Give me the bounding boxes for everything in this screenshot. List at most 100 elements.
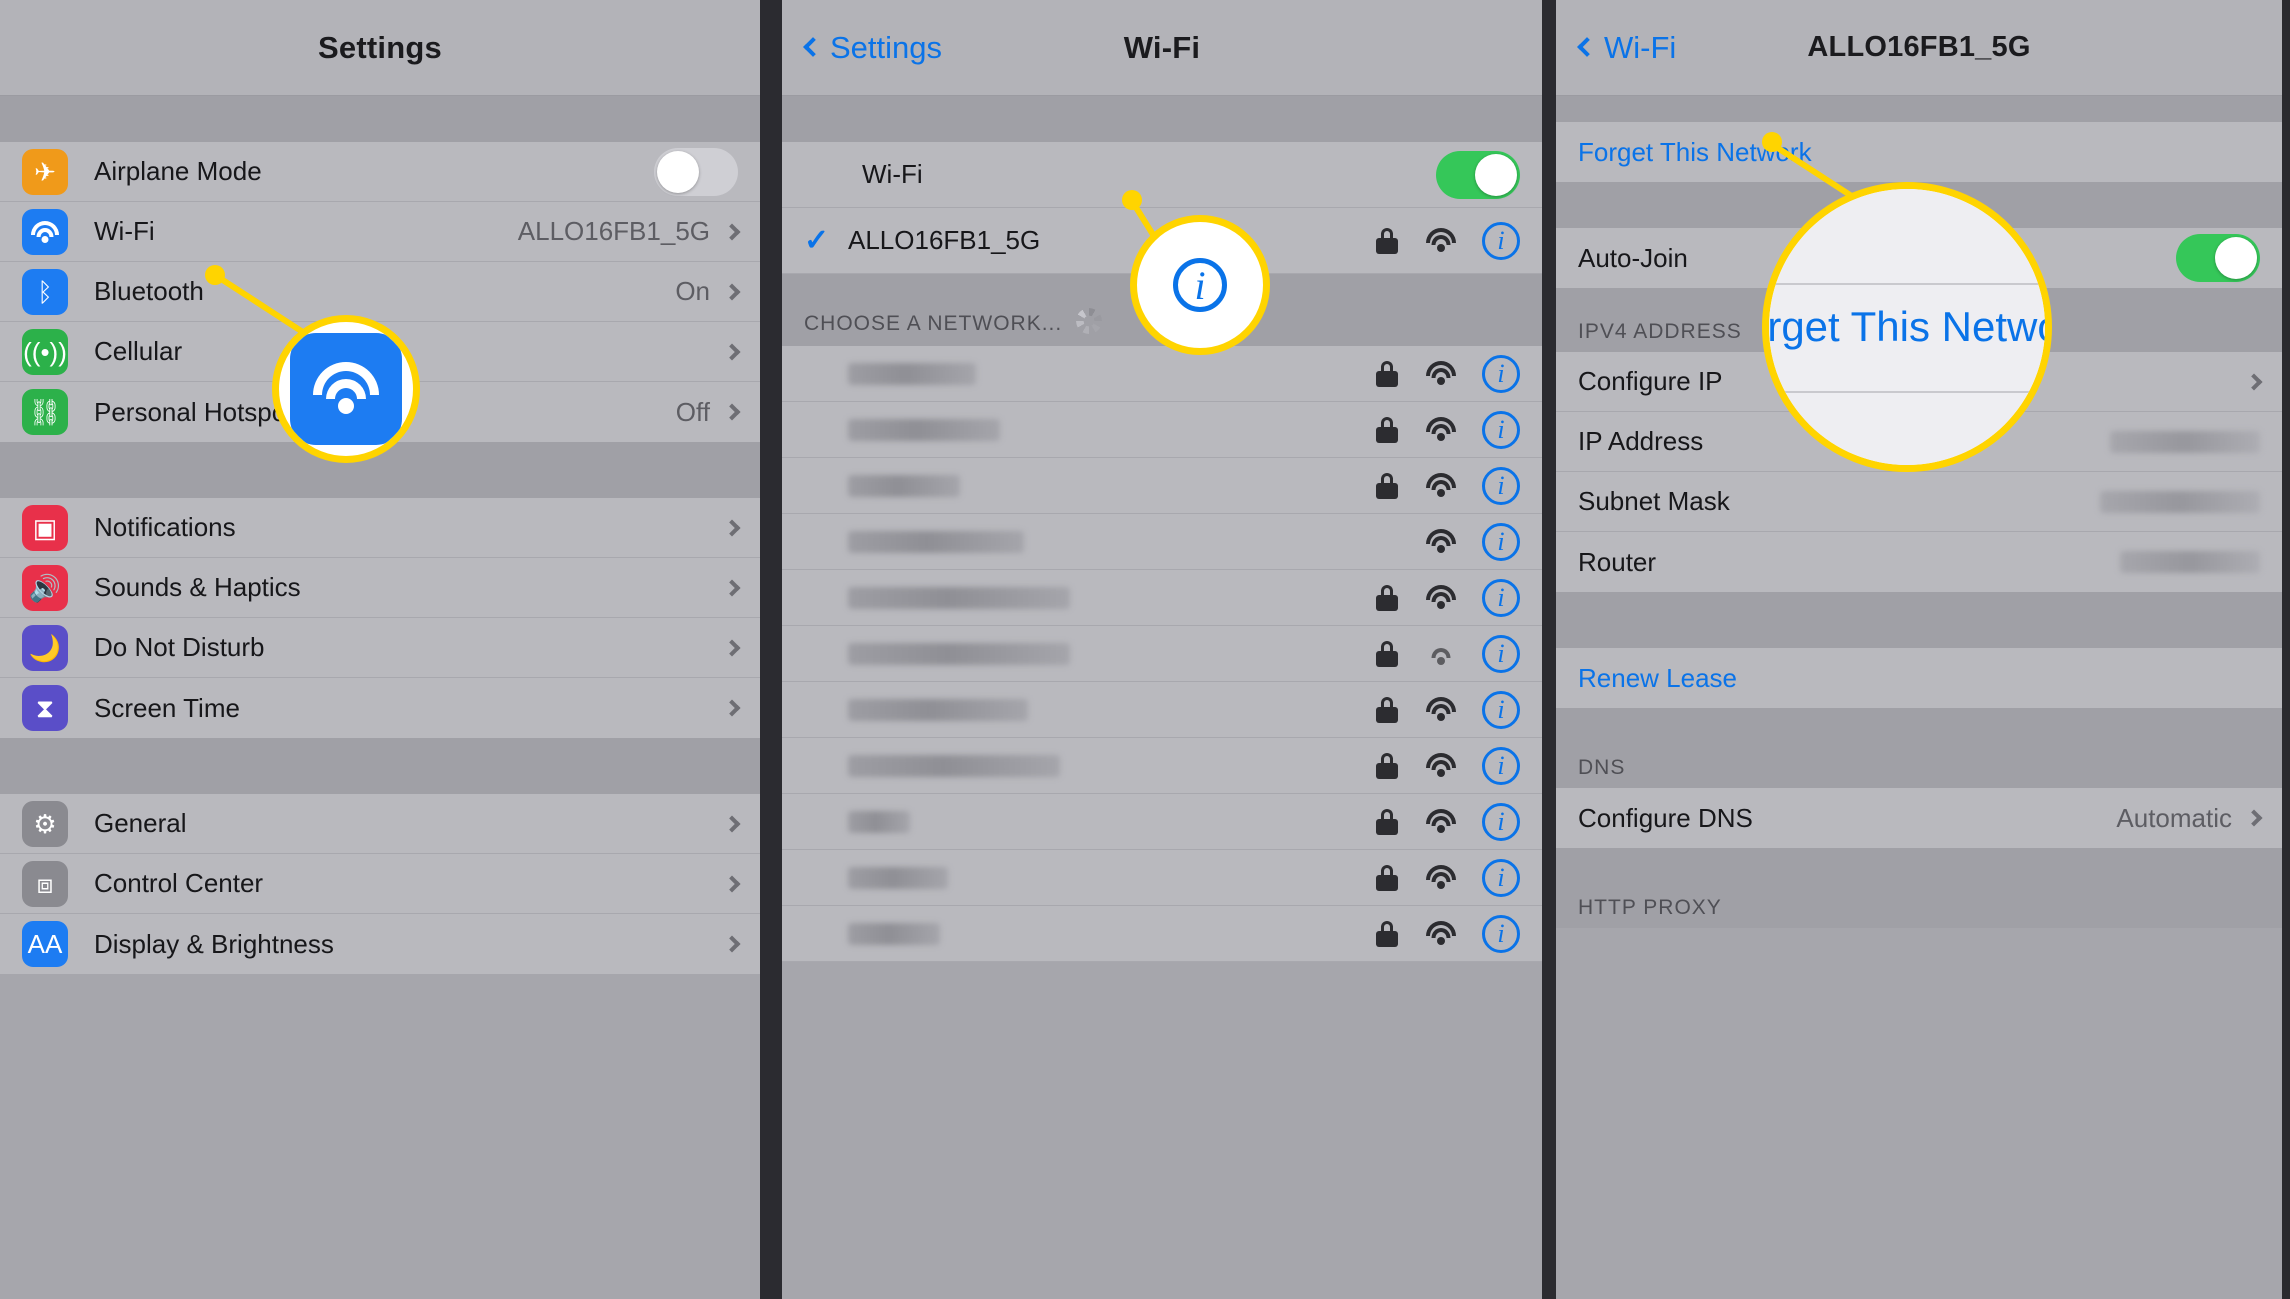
lock-icon bbox=[1376, 752, 1398, 779]
page-title: Settings bbox=[318, 29, 442, 65]
lock-icon bbox=[1376, 640, 1398, 667]
network-info-button[interactable]: i bbox=[1482, 221, 1520, 260]
sidebar-item-wifi[interactable]: Wi-Fi ALLO16FB1_5G bbox=[0, 202, 760, 262]
forget-network-group: Forget This Network bbox=[1556, 122, 2282, 182]
panel-divider-2 bbox=[1542, 0, 1556, 1299]
network-list-item[interactable]: i bbox=[782, 346, 1542, 402]
redacted-ssid bbox=[848, 642, 1070, 665]
sounds-icon: 🔊 bbox=[22, 564, 68, 611]
settings-group-3: ⚙ General ⧈ Control Center AA Display & … bbox=[0, 794, 760, 974]
renew-lease-button[interactable]: Renew Lease bbox=[1556, 648, 2282, 708]
page-title: Wi-Fi bbox=[1123, 29, 1201, 65]
network-info-button[interactable]: i bbox=[1482, 578, 1520, 617]
network-list-item[interactable]: i bbox=[782, 514, 1542, 570]
redacted-value bbox=[2120, 551, 2260, 573]
callout-forget-network: Forget This Network bbox=[1762, 182, 2052, 472]
settings-panel: Settings ✈ Airplane Mode Wi-Fi ALLO16FB1… bbox=[0, 0, 760, 1299]
network-info-button[interactable]: i bbox=[1482, 914, 1520, 953]
network-list-item[interactable]: i bbox=[782, 626, 1542, 682]
back-label: Wi-Fi bbox=[1604, 29, 1677, 65]
wifi-signal-icon bbox=[1424, 528, 1458, 555]
chevron-left-icon bbox=[1577, 36, 1597, 57]
redacted-ssid bbox=[848, 474, 960, 497]
sidebar-item-sounds-haptics[interactable]: 🔊 Sounds & Haptics bbox=[0, 558, 760, 618]
three-panel-screenshot: Settings ✈ Airplane Mode Wi-Fi ALLO16FB1… bbox=[0, 0, 2290, 1299]
group-spacer bbox=[0, 738, 760, 794]
lock-icon bbox=[1376, 360, 1398, 387]
wifi-signal-icon bbox=[1424, 752, 1458, 779]
callout-anchor-dot bbox=[1762, 132, 1782, 152]
toggle-knob bbox=[1475, 153, 1517, 196]
wifi-app-icon bbox=[290, 333, 402, 445]
renew-lease-group: Renew Lease bbox=[1556, 648, 2282, 708]
sidebar-item-display-brightness[interactable]: AA Display & Brightness bbox=[0, 914, 760, 974]
sidebar-item-label: Screen Time bbox=[94, 692, 240, 723]
network-list-item[interactable]: i bbox=[782, 738, 1542, 794]
redacted-value bbox=[2110, 430, 2260, 453]
sidebar-item-general[interactable]: ⚙ General bbox=[0, 794, 760, 854]
configure-dns-row[interactable]: Configure DNS Automatic bbox=[1556, 788, 2282, 848]
callout-anchor-dot bbox=[205, 265, 225, 285]
sidebar-item-do-not-disturb[interactable]: 🌙 Do Not Disturb bbox=[0, 618, 760, 678]
network-info-button[interactable]: i bbox=[1482, 690, 1520, 729]
network-list-item[interactable]: i bbox=[782, 458, 1542, 514]
sidebar-item-label: Do Not Disturb bbox=[94, 632, 265, 662]
wifi-signal-icon bbox=[1424, 696, 1458, 723]
network-info-button[interactable]: i bbox=[1482, 746, 1520, 785]
row-label: Subnet Mask bbox=[1578, 486, 1730, 516]
network-list-item[interactable]: i bbox=[782, 906, 1542, 962]
lock-icon bbox=[1376, 584, 1398, 611]
auto-join-toggle[interactable] bbox=[2176, 234, 2260, 282]
back-to-settings-button[interactable]: Settings bbox=[803, 29, 943, 66]
network-info-button[interactable]: i bbox=[1482, 354, 1520, 393]
sidebar-item-bluetooth[interactable]: ᛒ Bluetooth On bbox=[0, 262, 760, 322]
sidebar-item-label: Notifications bbox=[94, 512, 236, 542]
wifi-toggle[interactable] bbox=[1436, 150, 1520, 199]
network-list-item[interactable]: i bbox=[782, 850, 1542, 906]
sidebar-item-label: Display & Brightness bbox=[94, 928, 334, 959]
notifications-icon: ▣ bbox=[22, 504, 68, 551]
hourglass-icon: ⧗ bbox=[22, 685, 68, 731]
wifi-signal-icon bbox=[1424, 864, 1458, 891]
back-to-wifi-button[interactable]: Wi-Fi bbox=[1577, 29, 1677, 66]
sidebar-item-airplane-mode[interactable]: ✈ Airplane Mode bbox=[0, 142, 760, 202]
section-label: HTTP PROXY bbox=[1578, 896, 1722, 919]
sidebar-item-label: General bbox=[94, 808, 187, 838]
sidebar-item-control-center[interactable]: ⧈ Control Center bbox=[0, 854, 760, 914]
group-spacer bbox=[1556, 592, 2282, 648]
forget-this-network-button[interactable]: Forget This Network bbox=[1556, 122, 2282, 182]
network-info-button[interactable]: i bbox=[1482, 522, 1520, 561]
control-center-icon: ⧈ bbox=[22, 860, 68, 907]
divider bbox=[1769, 282, 2045, 285]
back-label: Settings bbox=[830, 29, 943, 65]
chevron-right-icon bbox=[723, 223, 741, 240]
network-list-item[interactable]: i bbox=[782, 682, 1542, 738]
airplane-mode-toggle[interactable] bbox=[654, 147, 738, 196]
network-info-button[interactable]: i bbox=[1482, 858, 1520, 897]
hotspot-status: Off bbox=[675, 396, 710, 427]
network-detail-panel: Wi-Fi ALLO16FB1_5G Forget This Network A… bbox=[1556, 0, 2282, 1299]
bluetooth-icon: ᛒ bbox=[22, 268, 68, 315]
network-list-item[interactable]: i bbox=[782, 570, 1542, 626]
router-row: Router bbox=[1556, 532, 2282, 592]
chevron-right-icon bbox=[723, 519, 741, 536]
network-info-button[interactable]: i bbox=[1482, 802, 1520, 841]
lock-icon bbox=[1376, 416, 1398, 443]
chevron-right-icon bbox=[723, 699, 741, 717]
wifi-toggle-row[interactable]: Wi-Fi bbox=[782, 142, 1542, 208]
sidebar-item-label: Control Center bbox=[94, 868, 264, 898]
sidebar-item-notifications[interactable]: ▣ Notifications bbox=[0, 498, 760, 558]
cellular-icon: ((•)) bbox=[22, 328, 68, 375]
dns-mode-value: Automatic bbox=[2116, 802, 2232, 833]
redacted-ssid bbox=[848, 698, 1028, 721]
sidebar-item-label: Wi-Fi bbox=[94, 216, 155, 246]
network-info-button[interactable]: i bbox=[1482, 634, 1520, 673]
renew-lease-label: Renew Lease bbox=[1578, 662, 1737, 693]
sidebar-item-screen-time[interactable]: ⧗ Screen Time bbox=[0, 678, 760, 738]
network-list-item[interactable]: i bbox=[782, 794, 1542, 850]
redacted-value bbox=[2100, 490, 2260, 513]
network-info-button[interactable]: i bbox=[1482, 410, 1520, 449]
network-info-button[interactable]: i bbox=[1482, 466, 1520, 505]
toggle-knob bbox=[2215, 237, 2257, 279]
network-list-item[interactable]: i bbox=[782, 402, 1542, 458]
